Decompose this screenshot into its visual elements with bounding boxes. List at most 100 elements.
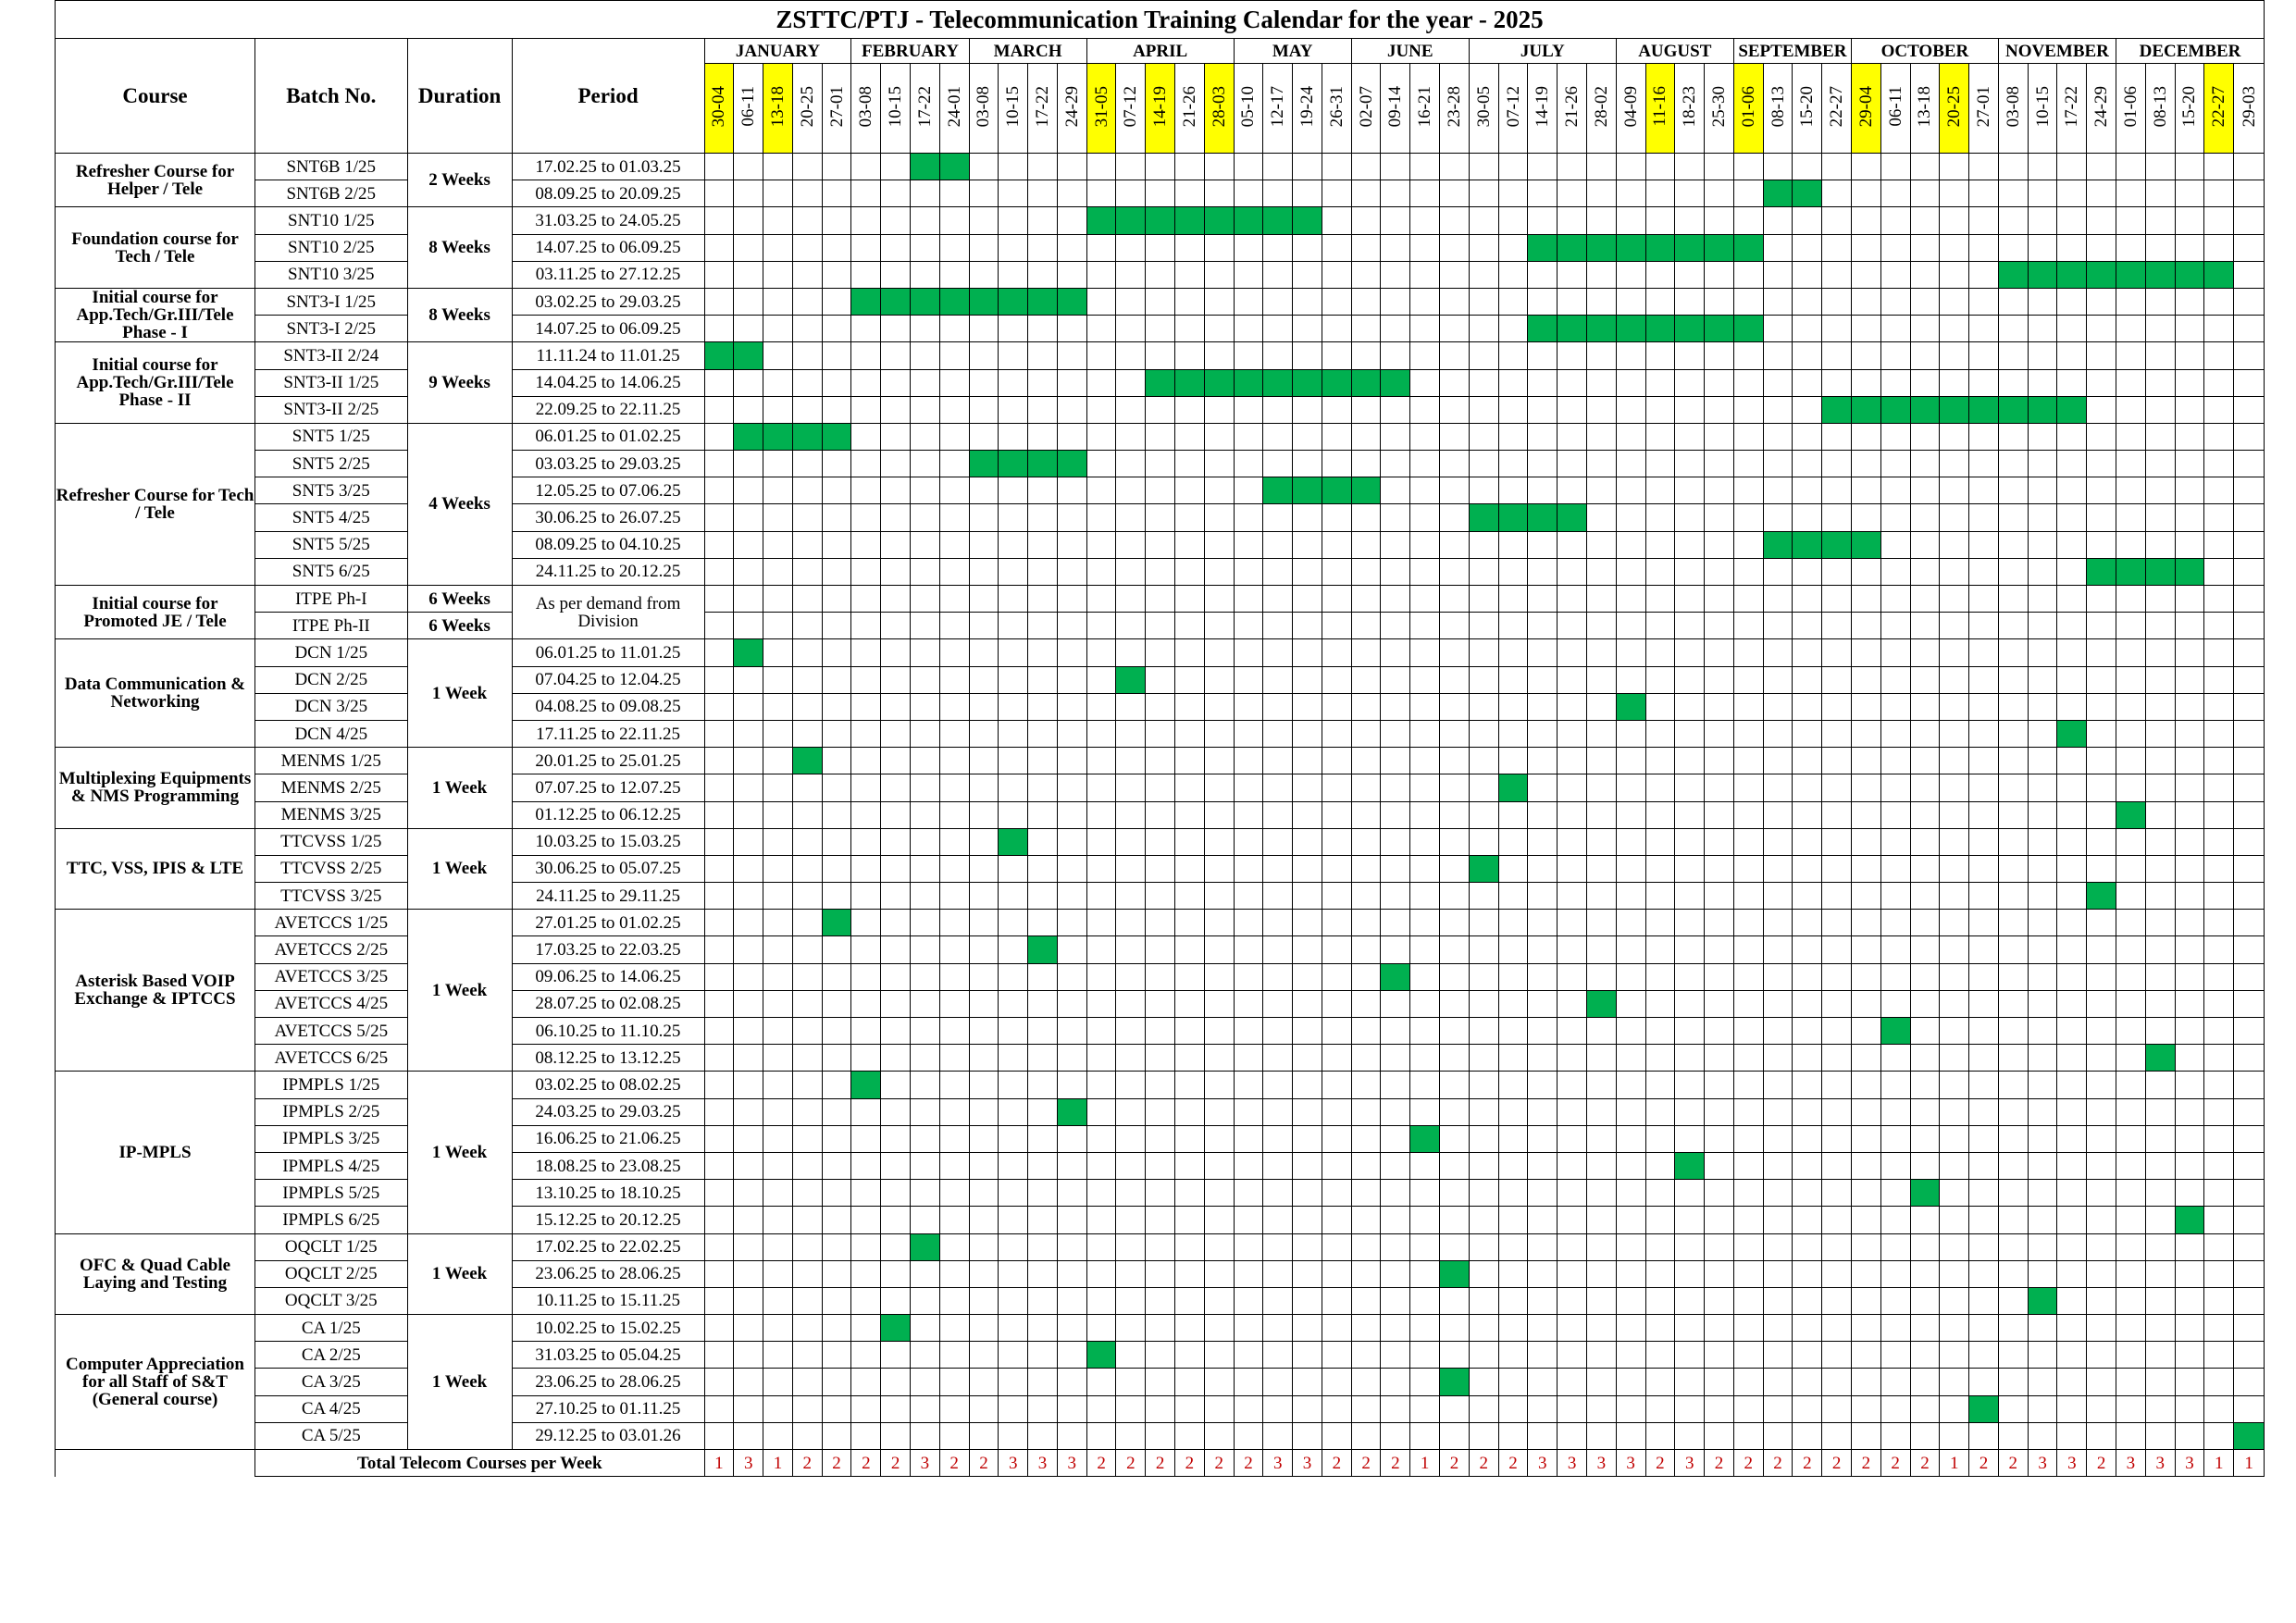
week-cell [1909, 368, 1941, 397]
week-cell [1350, 1233, 1382, 1261]
week-cell [1527, 1044, 1558, 1072]
week-cell [703, 530, 735, 559]
week-header: 24-29 [2086, 63, 2117, 154]
week-cell [1527, 1368, 1558, 1396]
week-cell [1174, 1124, 1205, 1153]
week-cell [2116, 1179, 2146, 1208]
week-cell [763, 315, 793, 343]
week-total: 2 [850, 1448, 882, 1478]
week-cell [938, 935, 970, 964]
scheduled-week-cell [1704, 233, 1734, 262]
scheduled-week-cell [1086, 1341, 1117, 1369]
week-cell [1468, 1124, 1499, 1153]
week-cell [1409, 989, 1441, 1019]
week-cell [938, 827, 970, 856]
week-cell [1292, 827, 1322, 856]
week-cell [2144, 935, 2176, 964]
week-cell [2203, 1071, 2235, 1099]
week-cell [1262, 1421, 1294, 1451]
week-cell [1321, 800, 1352, 829]
week-cell [998, 800, 1029, 829]
week-cell [791, 557, 823, 587]
week-cell [1850, 1097, 1881, 1126]
week-cell [2116, 989, 2146, 1019]
week-cell [2144, 1179, 2176, 1208]
week-header: 10-15 [998, 63, 1029, 154]
week-cell [1850, 719, 1881, 749]
week-cell [1174, 854, 1205, 884]
table-row: SNT3-II 2/25 22.09.25 to 22.11.25 [56, 395, 2265, 424]
week-cell [791, 152, 823, 181]
week-cell [763, 450, 793, 478]
week-cell [1644, 692, 1676, 721]
week-cell [1674, 692, 1706, 721]
batch-number: CA 3/25 [254, 1368, 408, 1396]
week-cell [1233, 450, 1264, 478]
week-total: 2 [1821, 1448, 1852, 1478]
week-cell [909, 1179, 940, 1208]
week-cell [1350, 584, 1382, 613]
week-cell [1409, 909, 1441, 937]
week-cell [2056, 800, 2088, 829]
scheduled-week-cell [1292, 206, 1322, 235]
week-cell [763, 909, 793, 937]
week-header: 20-25 [791, 63, 823, 154]
week-cell [1409, 935, 1441, 964]
week-cell [880, 692, 911, 721]
week-cell [1704, 800, 1734, 829]
week-cell [850, 909, 882, 937]
week-cell [1292, 1044, 1322, 1072]
week-cell [850, 450, 882, 478]
table-row: AVETCCS 4/25 28.07.25 to 02.08.25 [56, 989, 2265, 1019]
week-cell [1674, 206, 1706, 235]
week-cell [1939, 1259, 1970, 1288]
week-cell [733, 287, 764, 316]
week-cell [968, 180, 999, 208]
week-label: 02-07 [1356, 85, 1376, 128]
week-cell [1203, 503, 1235, 532]
week-cell [763, 1368, 793, 1396]
scheduled-week-cell [1115, 206, 1147, 235]
week-cell [1585, 1421, 1617, 1451]
week-cell [1115, 719, 1147, 749]
week-cell [2144, 152, 2176, 181]
week-cell [1557, 612, 1587, 640]
week-cell [1056, 909, 1087, 937]
week-cell [763, 692, 793, 721]
week-cell [909, 1341, 940, 1369]
scheduled-week-cell [1027, 450, 1058, 478]
week-cell [1644, 260, 1676, 289]
week-cell [2233, 1368, 2265, 1396]
week-cell [2027, 989, 2058, 1019]
week-cell [821, 1044, 852, 1072]
week-cell [2174, 1368, 2205, 1396]
week-cell [1909, 422, 1941, 452]
week-cell [938, 800, 970, 829]
scheduled-week-cell [2056, 260, 2088, 289]
week-cell [791, 1151, 823, 1181]
week-cell [2144, 395, 2176, 424]
week-cell [703, 665, 735, 694]
week-total: 1 [2233, 1448, 2265, 1478]
scheduled-week-cell [2203, 260, 2235, 289]
batch-number: IPMPLS 3/25 [254, 1124, 408, 1153]
week-header: 20-25 [1939, 63, 1970, 154]
week-cell [1850, 612, 1881, 640]
week-cell [1350, 450, 1382, 478]
week-cell [2116, 935, 2146, 964]
week-header: 22-27 [2203, 63, 2235, 154]
week-cell [2144, 800, 2176, 829]
batch-number: DCN 4/25 [254, 719, 408, 749]
week-cell [703, 1341, 735, 1369]
week-cell [1527, 1314, 1558, 1343]
month-header: JUNE [1350, 38, 1470, 64]
week-cell [1409, 747, 1441, 775]
week-cell [733, 1233, 764, 1261]
week-cell [1233, 962, 1264, 991]
week-cell [1086, 341, 1117, 370]
week-cell [1674, 747, 1706, 775]
week-cell [998, 1259, 1029, 1288]
month-header: FEBRUARY [850, 38, 970, 64]
scheduled-week-cell [2144, 260, 2176, 289]
week-cell [1321, 450, 1352, 478]
